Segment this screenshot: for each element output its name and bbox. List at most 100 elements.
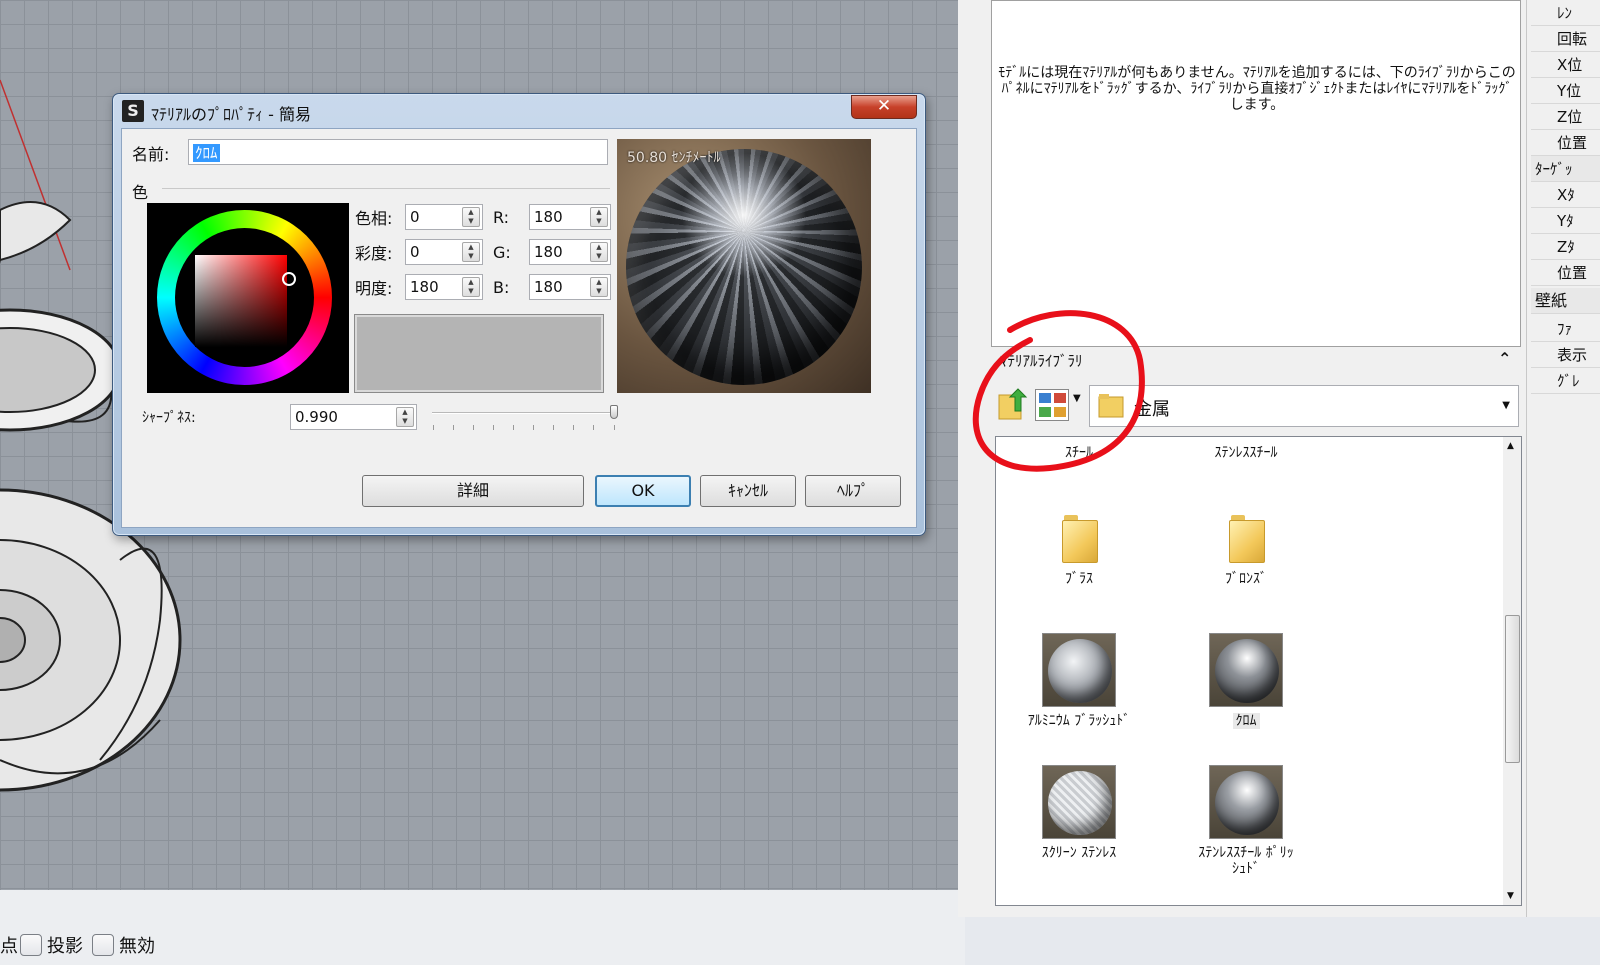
sharpness-spin-icon[interactable]: ▲ ▼	[396, 407, 414, 427]
property-row[interactable]: ｸﾞﾚ	[1531, 368, 1600, 394]
details-button[interactable]: 詳細	[362, 475, 584, 507]
folder-icon	[1098, 394, 1124, 418]
property-row[interactable]: 位置	[1531, 130, 1600, 156]
property-row[interactable]: 回転	[1531, 26, 1600, 52]
color-picker-marker[interactable]	[282, 272, 296, 286]
val-label: 明度:	[355, 279, 393, 298]
g-label: G:	[493, 242, 511, 262]
hue-label: 色相:	[355, 209, 393, 228]
color-swatch	[354, 314, 604, 393]
property-row[interactable]: Xﾀ	[1531, 182, 1600, 208]
property-row[interactable]: ﾌｧ	[1531, 316, 1600, 342]
slider-tick	[553, 425, 554, 430]
g-spin-icon[interactable]: ▲ ▼	[590, 242, 608, 262]
val-spin-icon[interactable]: ▲ ▼	[462, 277, 480, 297]
property-row[interactable]: Y位	[1531, 78, 1600, 104]
r-label: R:	[493, 207, 510, 227]
scroll-down-icon[interactable]: ▼	[1507, 891, 1514, 901]
property-row[interactable]: 表示	[1531, 342, 1600, 368]
folder-select[interactable]: 金属 ▼	[1089, 385, 1519, 427]
material-thumbnail	[1042, 633, 1116, 707]
sharpness-label: ｼｬｰﾌﾟﾈｽ:	[142, 410, 196, 426]
material-thumbnail	[1209, 633, 1283, 707]
library-scrollbar[interactable]: ▲ ▼	[1503, 437, 1521, 905]
property-row[interactable]: Z位	[1531, 104, 1600, 130]
project-toggle[interactable]: 投影	[20, 932, 83, 958]
b-input[interactable]: 180 ▲ ▼	[529, 274, 611, 300]
list-item[interactable]: ｽﾃﾝﾚｽｽﾁｰﾙ	[1171, 445, 1321, 461]
point-label: 点	[0, 936, 18, 957]
val-input[interactable]: 180 ▲ ▼	[405, 274, 483, 300]
status-bar: 点 投影 無効	[0, 890, 965, 965]
list-item[interactable]: ﾌﾞﾗｽ	[1004, 515, 1154, 587]
folder-icon	[1062, 515, 1098, 563]
list-item[interactable]: ｸﾛﾑ	[1171, 633, 1321, 729]
model-materials-list[interactable]: ﾓﾃﾞﾙには現在ﾏﾃﾘｱﾙが何もありません。ﾏﾃﾘｱﾙを追加するには、下のﾗｲﾌ…	[991, 0, 1521, 347]
slider-tick	[453, 425, 454, 430]
b-spin-icon[interactable]: ▲ ▼	[590, 277, 608, 297]
list-item[interactable]: ｽﾃﾝﾚｽｽﾁｰﾙ ﾎﾟﾘｯｼｭﾄﾞ	[1171, 765, 1321, 877]
property-row[interactable]: Yﾀ	[1531, 208, 1600, 234]
ok-button[interactable]: OK	[595, 475, 691, 507]
project-label: 投影	[47, 936, 83, 957]
property-row[interactable]: 位置	[1531, 260, 1600, 286]
slider-tick	[433, 425, 434, 430]
list-item[interactable]: ｱﾙﾐﾆｳﾑ ﾌﾞﾗｯｼｭﾄﾞ	[1004, 633, 1154, 729]
slider-tick	[614, 425, 615, 430]
sat-spin-icon[interactable]: ▲ ▼	[462, 242, 480, 262]
sharpness-input[interactable]: 0.990 ▲ ▼	[290, 404, 417, 430]
color-wheel[interactable]	[147, 203, 349, 393]
view-dropdown-arrow-icon[interactable]: ▼	[1073, 393, 1081, 404]
slider-tick	[533, 425, 534, 430]
name-label: 名前:	[132, 145, 170, 164]
chrome-sphere-preview	[626, 149, 862, 385]
dialog-titlebar[interactable]: S ﾏﾃﾘｱﾙのﾌﾟﾛﾊﾟﾃｨ - 簡易 ✕	[113, 94, 925, 128]
property-section-header[interactable]: ﾀｰｹﾞｯ	[1531, 156, 1600, 182]
project-checkbox[interactable]	[20, 934, 42, 956]
sat-input[interactable]: 0 ▲ ▼	[405, 239, 483, 265]
materials-side-panel: ﾓﾃﾞﾙには現在ﾏﾃﾘｱﾙが何もありません。ﾏﾃﾘｱﾙを追加するには、下のﾗｲﾌ…	[958, 0, 1526, 917]
property-section-header[interactable]: 壁紙	[1531, 288, 1600, 314]
material-thumbnail	[1042, 765, 1116, 839]
collapse-icon[interactable]: ⌃	[1498, 349, 1511, 368]
saturation-value-square[interactable]	[195, 255, 287, 347]
b-label: B:	[493, 277, 510, 297]
color-divider	[162, 188, 610, 189]
list-item[interactable]: ｽｸﾘｰﾝ ｽﾃﾝﾚｽ	[1004, 765, 1154, 861]
sharpness-slider-thumb[interactable]	[610, 405, 618, 419]
sharpness-slider[interactable]	[432, 412, 617, 414]
slider-tick	[493, 425, 494, 430]
disable-label: 無効	[119, 936, 155, 957]
scroll-up-icon[interactable]: ▲	[1507, 441, 1514, 451]
property-row[interactable]: ﾚﾝ	[1531, 0, 1600, 26]
hue-input[interactable]: 0 ▲ ▼	[405, 204, 483, 230]
chevron-down-icon[interactable]: ▼	[1502, 400, 1510, 411]
disable-toggle[interactable]: 無効	[92, 932, 155, 958]
name-field[interactable]: ｸﾛﾑ	[188, 139, 608, 165]
list-item[interactable]: ﾌﾞﾛﾝｽﾞ	[1171, 515, 1321, 587]
property-row[interactable]: X位	[1531, 52, 1600, 78]
folder-up-icon[interactable]	[997, 387, 1029, 421]
help-button[interactable]: ﾍﾙﾌﾟ	[805, 475, 901, 507]
list-item[interactable]: ｽﾁｰﾙ	[1004, 445, 1154, 461]
empty-materials-message: ﾓﾃﾞﾙには現在ﾏﾃﾘｱﾙが何もありません。ﾏﾃﾘｱﾙを追加するには、下のﾗｲﾌ…	[998, 65, 1516, 113]
g-input[interactable]: 180 ▲ ▼	[529, 239, 611, 265]
slider-tick	[573, 425, 574, 430]
library-items[interactable]: ｽﾁｰﾙ ｽﾃﾝﾚｽｽﾁｰﾙ ﾌﾞﾗｽ ﾌﾞﾛﾝｽﾞ ｱﾙﾐﾆｳﾑ ﾌﾞﾗｯｼｭ…	[995, 436, 1522, 906]
sat-label: 彩度:	[355, 244, 393, 263]
cancel-button[interactable]: ｷｬﾝｾﾙ	[700, 475, 796, 507]
material-render-preview: 50.80 ｾﾝﾁﾒｰﾄﾙ	[617, 139, 871, 393]
dialog-body: 名前: ｸﾛﾑ 色 色相: 0 ▲ ▼ R: 180 ▲ ▼ 彩度: 0 ▲ ▼ G: 18…	[121, 128, 917, 528]
name-value: ｸﾛﾑ	[193, 144, 220, 162]
scrollbar-thumb[interactable]	[1505, 615, 1520, 763]
hue-spin-icon[interactable]: ▲ ▼	[462, 207, 480, 227]
dialog-title: ﾏﾃﾘｱﾙのﾌﾟﾛﾊﾟﾃｨ - 簡易	[151, 105, 311, 124]
slider-tick	[593, 425, 594, 430]
disable-checkbox[interactable]	[92, 934, 114, 956]
r-input[interactable]: 180 ▲ ▼	[529, 204, 611, 230]
r-spin-icon[interactable]: ▲ ▼	[590, 207, 608, 227]
close-button[interactable]: ✕	[851, 95, 917, 119]
preview-size-label: 50.80 ｾﾝﾁﾒｰﾄﾙ	[627, 150, 721, 166]
property-row[interactable]: Zﾀ	[1531, 234, 1600, 260]
view-mode-icon[interactable]	[1035, 389, 1069, 421]
